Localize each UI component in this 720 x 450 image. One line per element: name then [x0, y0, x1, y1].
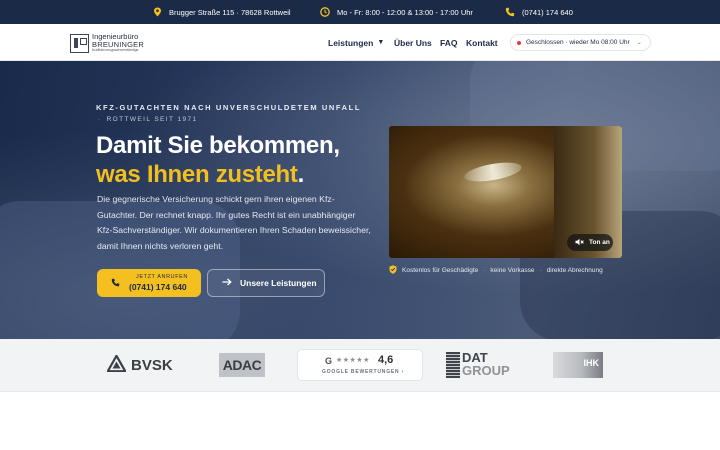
nav-item-label: Kontakt: [466, 37, 498, 48]
adac-logo: ADAC: [219, 353, 265, 377]
nav-item-faq[interactable]: FAQ: [440, 24, 457, 61]
hours-text: Mo - Fr: 8:00 - 12:00 & 13:00 - 17:00 Uh…: [337, 7, 473, 17]
hero-section: KFZ-GUTACHTEN NACH UNVERSCHULDETEM UNFAL…: [0, 61, 720, 339]
opening-status-badge[interactable]: Geschlossen · wieder Mo 08:00 Uhr ⌄: [510, 34, 651, 51]
phone-icon: [505, 7, 515, 17]
location-pin-icon: [152, 7, 162, 17]
logo-line-3: Kraftfahrzeugsachverständige: [92, 48, 139, 53]
hero-video[interactable]: Ton an: [389, 126, 622, 258]
speaker-muted-icon: [575, 238, 584, 248]
ihk-text: IHK: [583, 358, 600, 368]
phone-text: (0741) 174 640: [522, 7, 573, 17]
nav-item-kontakt[interactable]: Kontakt: [466, 24, 498, 61]
call-now-label: JETZT ANRUFEN: [136, 274, 189, 280]
headline-white: Damit Sie bekommen,: [96, 132, 340, 159]
clock-icon: [320, 7, 330, 17]
logo-mark-icon: [70, 33, 89, 53]
bullet-dot-icon: ·: [98, 116, 102, 123]
bvsk-triangle-icon: [105, 353, 128, 376]
chevron-down-icon: ⌄: [636, 40, 642, 46]
chevron-down-icon: ▼: [377, 39, 385, 46]
dat-group-logo: DAT GROUP: [446, 351, 512, 378]
our-services-button[interactable]: Unsere Leistungen: [207, 269, 325, 297]
sound-toggle-label: Ton an: [589, 239, 610, 246]
call-now-button[interactable]: JETZT ANRUFEN (0741) 174 640: [97, 269, 201, 297]
shield-check-icon: [389, 264, 397, 276]
phone-icon: [111, 274, 120, 292]
trust-item: Kostenlos für Geschädigte: [402, 266, 479, 274]
separator-dot: ·: [539, 266, 542, 274]
nav-item-leistungen[interactable]: Leistungen ▼: [328, 24, 384, 61]
google-reviews-label: GOOGLE BEWERTUNGEN ›: [322, 369, 405, 375]
bvsk-text: BVSK: [131, 356, 173, 374]
call-now-phone: (0741) 174 640: [129, 281, 187, 292]
status-dot-icon: [517, 40, 521, 45]
bvsk-logo: BVSK: [105, 353, 173, 376]
rating-stars-icon: ★★★★★: [336, 357, 370, 364]
hero-eyebrow: KFZ-GUTACHTEN NACH UNVERSCHULDETEM UNFAL…: [96, 103, 362, 112]
logo-wordmark: Ingenieurbüro BREUNINGER Kraftfahrzeugsa…: [92, 33, 144, 53]
headline-end: .: [297, 161, 305, 188]
nav-item-ueber-uns[interactable]: Über Uns: [394, 24, 432, 61]
trust-item: direkte Abrechnung: [546, 266, 603, 274]
our-services-label: Unsere Leistungen: [240, 278, 317, 288]
headline-yellow: was Ihnen zusteht: [96, 161, 298, 188]
logo-line-2: BREUNINGER: [92, 39, 145, 49]
phone-link[interactable]: (0741) 174 640: [505, 0, 573, 24]
address-info: Brugger Straße 115 · 78628 Rottweil: [152, 0, 291, 24]
ihk-logo: IHK: [553, 352, 603, 378]
trust-indicators: Kostenlos für Geschädigte · keine Vorkas…: [389, 264, 603, 276]
dat-grid-icon: [446, 352, 460, 378]
trust-item: keine Vorkasse: [490, 266, 535, 274]
company-logo[interactable]: Ingenieurbüro BREUNINGER Kraftfahrzeugsa…: [70, 31, 160, 55]
google-rating-value: 4,6: [378, 354, 394, 366]
sound-toggle-button[interactable]: Ton an: [567, 234, 613, 251]
nav-item-label: Über Uns: [394, 37, 432, 48]
dat-group-text: GROUP: [462, 363, 510, 378]
separator-dot: ·: [483, 266, 486, 274]
hero-eyebrow-sub-text: ROTTWEIL SEIT 1971: [106, 116, 198, 123]
adac-text: ADAC: [222, 357, 262, 373]
google-g-icon: G: [325, 356, 333, 366]
opening-status-text: Geschlossen · wieder Mo 08:00 Uhr: [526, 39, 630, 46]
hero-lead-text: Die gegnerische Versicherung schickt ger…: [97, 194, 371, 251]
hero-eyebrow-sub: · ROTTWEIL SEIT 1971: [98, 116, 198, 123]
hero-headline: Damit Sie bekommen, was Ihnen zusteht.: [96, 131, 340, 189]
arrow-right-icon: [222, 278, 232, 288]
nav-item-label: FAQ: [440, 37, 458, 48]
address-text: Brugger Straße 115 · 78628 Rottweil: [169, 7, 291, 17]
opening-hours-info: Mo - Fr: 8:00 - 12:00 & 13:00 - 17:00 Uh…: [320, 0, 473, 24]
nav-item-label: Leistungen: [328, 37, 374, 48]
video-scratch-shape: [463, 159, 523, 185]
google-reviews-card[interactable]: G ★★★★★ 4,6 GOOGLE BEWERTUNGEN ›: [297, 349, 423, 381]
top-info-bar: Brugger Straße 115 · 78628 Rottweil Mo -…: [0, 0, 720, 24]
